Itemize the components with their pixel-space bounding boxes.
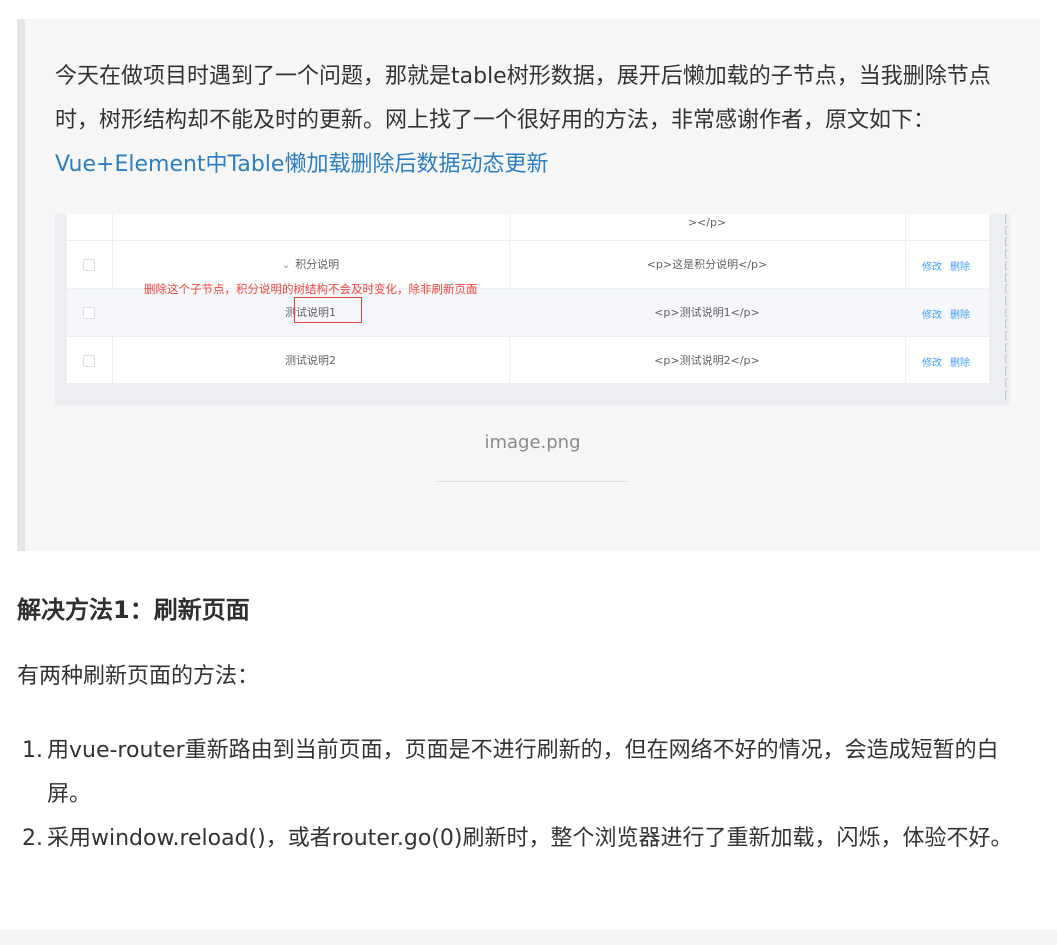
image-caption: image.png [484,432,581,453]
content-cell: <p>测试说明1</p> [654,306,760,319]
list-item: 1. 用vue-router重新路由到当前页面，页面是不进行刷新的，但在网络不好… [17,729,1032,817]
embedded-screenshot: ></p> ⌄ 积分说明 <p>这是积分说明</p> 修改 删除 测试说明1 <p>… [55,214,1010,406]
row-checkbox[interactable] [83,259,95,271]
blockquote: 今天在做项目时遇到了一个问题，那就是table树形数据，展开后懒加载的子节点，当… [17,19,1040,551]
row-actions: 修改 删除 [922,354,978,369]
edit-link[interactable]: 修改 [922,310,942,321]
list-item-text: 采用window.reload()，或者router.go(0)刷新时，整个浏览… [47,826,1013,851]
name-cell: ⌄ 积分说明 [112,256,509,272]
row-checkbox[interactable] [83,355,95,367]
highlight-box [294,297,362,323]
tree-table: ></p> ⌄ 积分说明 <p>这是积分说明</p> 修改 删除 测试说明1 <p>… [67,214,989,383]
quote-main-text: 今天在做项目时遇到了一个问题，那就是table树形数据，展开后懒加载的子节点，当… [55,64,991,133]
row-actions: 修改 删除 [922,258,978,273]
node-name: 积分说明 [295,258,340,271]
section-intro: 有两种刷新页面的方法： [17,664,260,689]
name-cell: 测试说明2 [285,354,336,367]
scroll-edge-marks: [[[[[[[[[[[[[[[[ [1003,214,1010,401]
source-article-link[interactable]: Vue+Element中Table懒加载删除后数据动态更新 [55,152,548,177]
section-heading: 解决方法1：刷新页面 [17,596,250,624]
list-number: 2. [22,826,43,851]
content-cell: <p>测试说明2</p> [654,354,760,367]
table-row: 测试说明2 <p>测试说明2</p> 修改 删除 [67,337,989,383]
delete-link[interactable]: 删除 [950,358,970,369]
caption-underline [437,481,627,482]
annotation-note: 删除这个子节点，积分说明的树结构不会及时变化，除非刷新页面 [144,282,478,296]
bottom-divider [0,930,1057,945]
delete-link[interactable]: 删除 [950,310,970,321]
quote-text: 今天在做项目时遇到了一个问题，那就是table树形数据，展开后懒加载的子节点，当… [55,55,1015,187]
content-cell: <p>这是积分说明</p> [646,258,768,271]
list-item: 2. 采用window.reload()，或者router.go(0)刷新时，整… [17,817,1032,861]
row-actions: 修改 删除 [922,306,978,321]
row-checkbox[interactable] [83,307,95,319]
edit-link[interactable]: 修改 [922,358,942,369]
edit-link[interactable]: 修改 [922,262,942,273]
table-row: ></p> [67,214,989,241]
list-number: 1. [22,738,43,763]
delete-link[interactable]: 删除 [950,262,970,273]
content-cell: ></p> [687,216,727,229]
chevron-down-icon[interactable]: ⌄ [282,260,290,271]
method-list: 1. 用vue-router重新路由到当前页面，页面是不进行刷新的，但在网络不好… [17,729,1032,861]
list-item-text: 用vue-router重新路由到当前页面，页面是不进行刷新的，但在网络不好的情况… [47,738,999,807]
